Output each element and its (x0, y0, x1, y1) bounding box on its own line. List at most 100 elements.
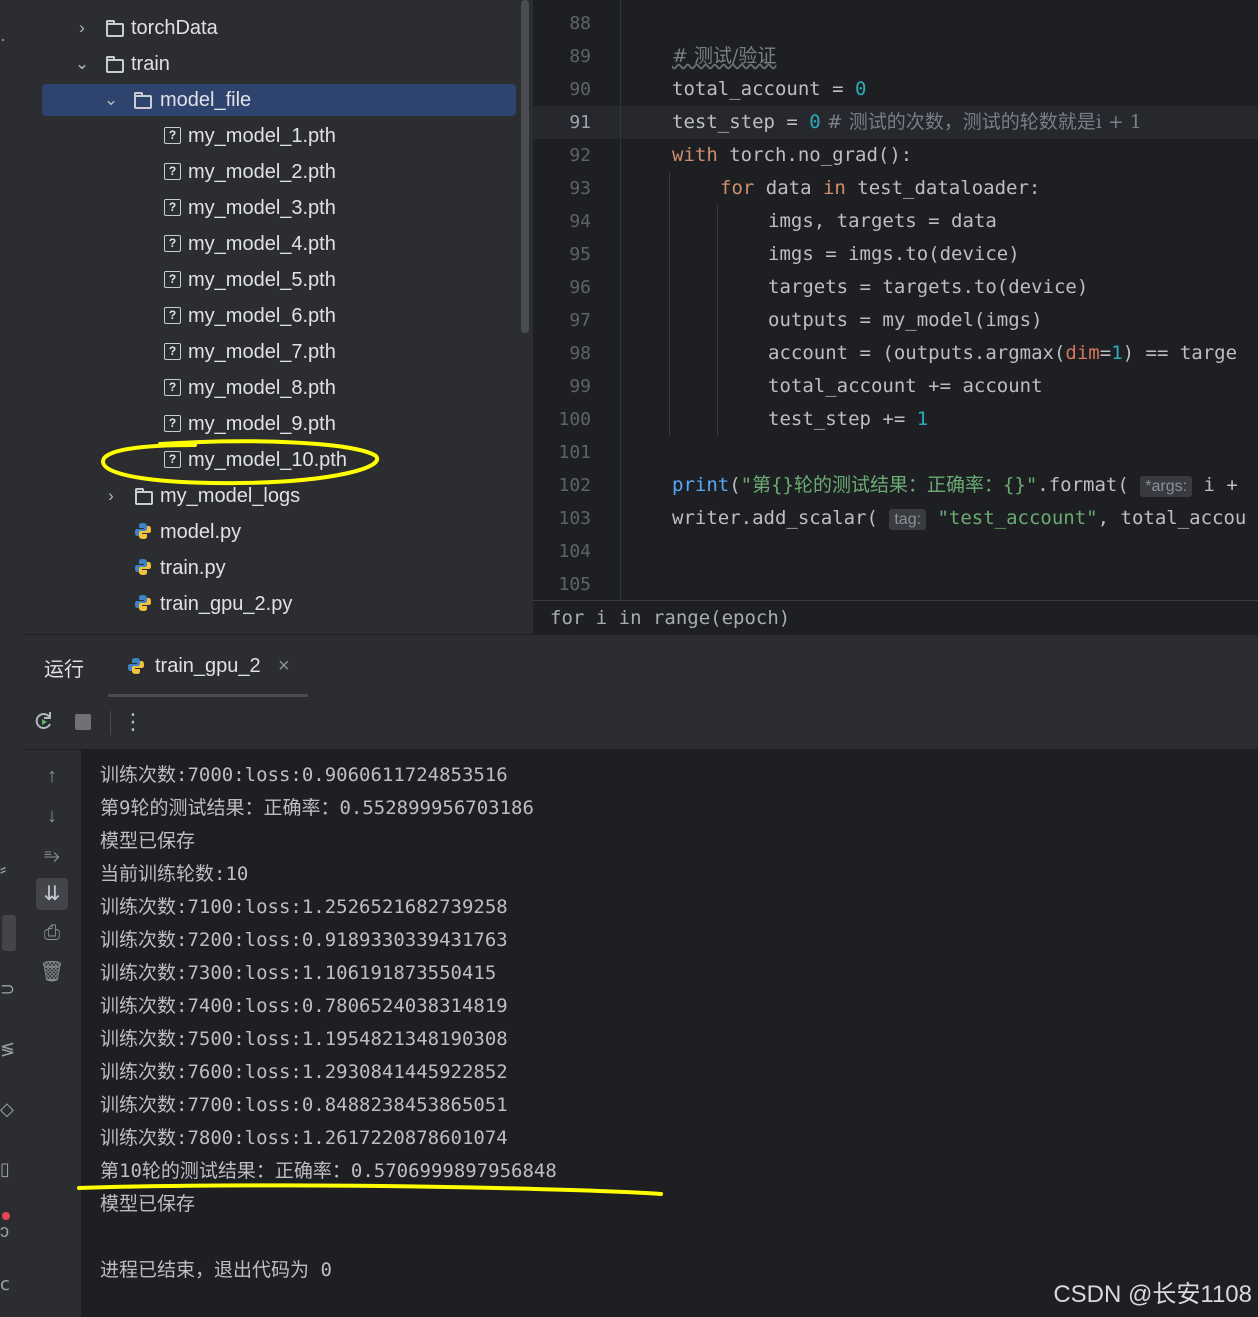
code-line: total_account += account (768, 375, 1043, 397)
code-line: total_account = 0 (672, 78, 867, 100)
tree-scrollbar[interactable] (521, 0, 529, 333)
tree-item-model-file[interactable]: ⌄ model_file (42, 84, 516, 116)
tree-item-label: my_model_4.pth (188, 233, 336, 255)
tree-item-file[interactable]: ? my_model_1.pth (24, 120, 533, 152)
code-line: test_step += 1 (768, 408, 929, 430)
console-line: 模型已保存 (100, 830, 196, 852)
tree-item-file[interactable]: train_gpu_2.py (24, 588, 533, 620)
tool-icon[interactable]: ▯ (0, 1160, 14, 1178)
folder-icon (106, 56, 124, 73)
gutter-divider (620, 0, 621, 600)
tool-icon[interactable]: ⊃ (0, 980, 15, 998)
line-number: 92 (569, 145, 591, 166)
console-line: 第9轮的测试结果：正确率：0.552899956703186 (100, 797, 534, 819)
console-line: 当前训练轮数:10 (100, 863, 249, 885)
watermark: CSDN @长安1108 (1053, 1281, 1252, 1308)
tree-item-file[interactable]: ? my_model_7.pth (24, 336, 533, 368)
console-line: 进程已结束，退出代码为 0 (100, 1259, 332, 1281)
tree-item-file[interactable]: ? my_model_8.pth (24, 372, 533, 404)
console-line: 训练次数:7000:loss:0.9060611724853516 (100, 764, 508, 786)
print-icon[interactable]: ⎙ (36, 917, 68, 949)
tree-item-label: model.py (160, 521, 242, 543)
console-line: 训练次数:7600:loss:1.2930841445922852 (100, 1061, 508, 1083)
tool-icon[interactable]: ≶ (0, 1040, 15, 1058)
tree-item-file[interactable]: ? my_model_2.pth (24, 156, 533, 188)
code-line: for data in test_dataloader: (720, 177, 1041, 199)
tool-icon[interactable]: ◇ (0, 1100, 14, 1118)
unknown-file-icon: ? (164, 235, 181, 252)
tree-item-label: my_model_7.pth (188, 341, 336, 363)
run-tool-window-title: 运行 (44, 657, 84, 681)
run-tool-window-header: 运行 train_gpu_2 × (24, 634, 1258, 698)
tree-item-label: my_model_2.pth (188, 161, 336, 183)
chevron-down-icon[interactable]: ⌄ (74, 48, 90, 80)
code-line: imgs, targets = data (768, 210, 997, 232)
python-file-icon (135, 559, 151, 575)
unknown-file-icon: ? (164, 163, 181, 180)
tree-item-label: torchData (131, 17, 218, 39)
line-number: 104 (558, 541, 591, 562)
folder-icon (135, 488, 153, 505)
tree-item-label: train_gpu_2.py (160, 593, 293, 615)
scroll-to-end-icon[interactable]: ⇊ (36, 878, 68, 910)
line-number: 94 (569, 211, 591, 232)
scroll-down-icon[interactable]: ↓ (36, 800, 68, 832)
unknown-file-icon: ? (164, 127, 181, 144)
unknown-file-icon: ? (164, 199, 181, 216)
tree-item-file[interactable]: ? my_model_5.pth (24, 264, 533, 296)
tree-item-file[interactable]: train.py (24, 552, 533, 584)
stop-icon[interactable] (70, 709, 96, 735)
console-line: 训练次数:7800:loss:1.2617220878601074 (100, 1127, 508, 1149)
scroll-up-icon[interactable]: ↑ (36, 760, 68, 792)
unknown-file-icon: ? (164, 343, 181, 360)
project-tree: › torchData ⌄ train ⌄ model_file ? my_mo… (24, 0, 533, 634)
line-number: 101 (558, 442, 591, 463)
close-icon[interactable]: × (278, 655, 290, 678)
parameter-hint: tag: (889, 509, 927, 530)
notification-dot (2, 1212, 10, 1220)
tool-icon[interactable]: ⸗ (0, 860, 14, 878)
tool-icon[interactable]: ⅽ (0, 1275, 14, 1293)
tree-item-file[interactable]: ? my_model_6.pth (24, 300, 533, 332)
parameter-hint: *args: (1140, 476, 1193, 497)
trash-icon[interactable]: 🗑 (36, 956, 68, 988)
line-number-gutter: 88 89 90 91 92 93 94 95 96 97 98 99 100 … (533, 0, 621, 600)
code-editor[interactable]: 88 89 90 91 92 93 94 95 96 97 98 99 100 … (533, 0, 1258, 634)
tree-item-torchdata[interactable]: › torchData (24, 12, 533, 44)
indent-guide (669, 172, 670, 436)
breadcrumb-item[interactable]: for i in range(epoch) (550, 601, 790, 634)
more-options-icon[interactable]: ⋮ (120, 709, 146, 735)
tree-item-file[interactable]: model.py (24, 516, 533, 548)
unknown-file-icon: ? (164, 415, 181, 432)
line-number: 103 (558, 508, 591, 529)
tree-item-file[interactable]: ? my_model_9.pth (24, 408, 533, 440)
editor-breadcrumb[interactable]: for i in range(epoch) (533, 600, 1258, 634)
folder-icon (134, 92, 152, 109)
tree-item-train[interactable]: ⌄ train (24, 48, 533, 80)
console-line: 训练次数:7100:loss:1.2526521682739258 (100, 896, 508, 918)
python-file-icon (135, 523, 151, 539)
highlight-ellipse (101, 439, 380, 486)
tab-train-gpu-2[interactable]: train_gpu_2 × (108, 635, 308, 697)
chevron-right-icon[interactable]: › (74, 12, 90, 44)
line-number: 93 (569, 178, 591, 199)
console-line: 训练次数:7300:loss:1.106191873550415 (100, 962, 497, 984)
line-number: 98 (569, 343, 591, 364)
line-number: 89 (569, 46, 591, 67)
line-number: 105 (558, 574, 591, 595)
code-line: targets = targets.to(device) (768, 276, 1089, 298)
soft-wrap-icon[interactable]: ⥱ (36, 840, 68, 872)
rerun-icon[interactable] (31, 709, 57, 735)
tree-item-label: train.py (160, 557, 226, 579)
console-output[interactable]: 训练次数:7000:loss:0.9060611724853516 第9轮的测试… (81, 750, 1258, 1317)
tree-item-label: my_model_6.pth (188, 305, 336, 327)
chevron-down-icon[interactable]: ⌄ (103, 84, 119, 116)
tree-item-file[interactable]: ? my_model_4.pth (24, 228, 533, 260)
tool-icon[interactable]: ↄ (0, 1222, 14, 1240)
toolbar-divider (110, 711, 111, 735)
console-line: 训练次数:7400:loss:0.7806524038314819 (100, 995, 508, 1017)
tree-item-label: my_model_8.pth (188, 377, 336, 399)
tree-item-file[interactable]: ? my_model_3.pth (24, 192, 533, 224)
active-tool-icon[interactable] (2, 915, 16, 951)
folder-icon (106, 20, 124, 37)
